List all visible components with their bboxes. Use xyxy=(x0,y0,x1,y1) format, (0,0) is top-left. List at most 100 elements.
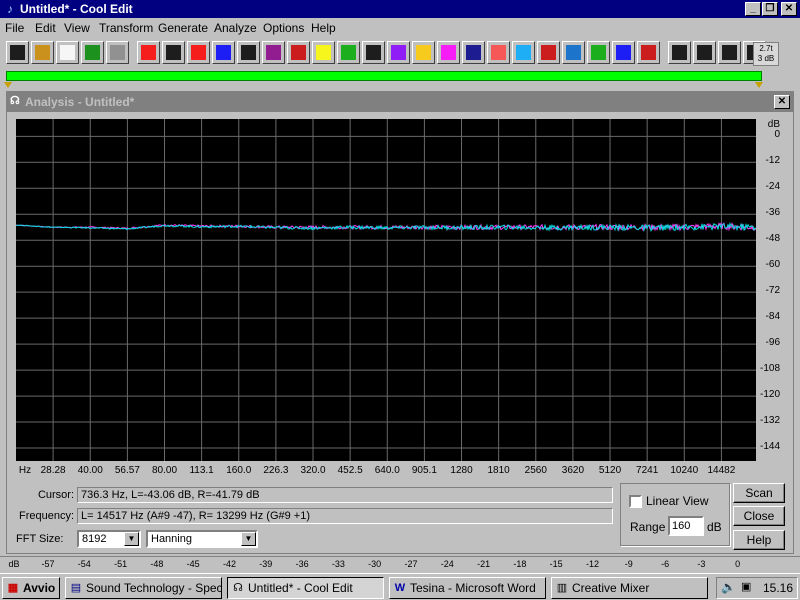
taskbar: ▦ Avvio ▤ Sound Technology - Spec... ☊ U… xyxy=(0,573,800,600)
spectrum-plot[interactable] xyxy=(16,119,756,461)
cursor-label: Cursor: xyxy=(37,489,74,501)
db-meter-tick: 0 xyxy=(735,559,741,569)
loop-button[interactable] xyxy=(187,41,210,64)
x-tick-label: 640.0 xyxy=(374,465,400,476)
menu-view[interactable]: View xyxy=(64,21,90,35)
mark3-button[interactable] xyxy=(718,41,741,64)
filter-button[interactable] xyxy=(562,41,585,64)
window-title: Untitled* - Cool Edit xyxy=(20,2,133,16)
close-button[interactable]: Close xyxy=(733,506,785,526)
menu-transform[interactable]: Transform xyxy=(99,21,153,35)
level-line-1: 2.7t xyxy=(759,44,773,53)
task-creative-mixer[interactable]: ▥ Creative Mixer xyxy=(551,577,708,599)
noise-icon xyxy=(541,45,556,60)
db-meter-tick: -27 xyxy=(404,559,418,569)
restore-button[interactable]: ❐ xyxy=(762,2,778,16)
note-icon xyxy=(216,45,231,60)
rewind-button[interactable] xyxy=(137,41,160,64)
new-icon xyxy=(60,45,75,60)
db-meter-tick: -33 xyxy=(331,559,345,569)
menu-help[interactable]: Help xyxy=(311,21,336,35)
help-button[interactable]: Help xyxy=(733,530,785,550)
window-function-select[interactable]: Hanning ▼ xyxy=(146,530,258,548)
y-tick-label: -108 xyxy=(759,363,780,375)
menu-analyze[interactable]: Analyze xyxy=(214,21,257,35)
noise-button[interactable] xyxy=(537,41,560,64)
edit-mode-button[interactable] xyxy=(6,41,29,64)
timer-button[interactable] xyxy=(362,41,385,64)
db-meter-tick: -18 xyxy=(513,559,527,569)
fade-button[interactable] xyxy=(287,41,310,64)
x-tick-label: 160.0 xyxy=(226,465,252,476)
scan-button[interactable]: Scan xyxy=(733,483,785,503)
loop-icon xyxy=(191,45,206,60)
note-button[interactable] xyxy=(212,41,235,64)
spectrum-button[interactable] xyxy=(512,41,535,64)
stereo-button[interactable] xyxy=(387,41,410,64)
y-tick-label: -24 xyxy=(765,181,780,193)
start-marker-icon[interactable] xyxy=(4,82,12,88)
task-label-1: Untitled* - Cool Edit xyxy=(248,581,353,595)
waveform-overview[interactable] xyxy=(6,71,762,81)
linear-view-label: Linear View xyxy=(646,494,709,508)
x-tick-label: 3620 xyxy=(561,465,585,476)
stop-icon xyxy=(166,45,181,60)
edit-mode-icon xyxy=(10,45,25,60)
menu-generate[interactable]: Generate xyxy=(158,21,208,35)
headphones-icon xyxy=(110,45,125,60)
x-tick-label: 80.00 xyxy=(151,465,178,476)
close-window-button[interactable]: ✕ xyxy=(781,2,797,16)
mark1-button[interactable] xyxy=(668,41,691,64)
open-button[interactable] xyxy=(31,41,54,64)
db-meter-tick: -24 xyxy=(440,559,454,569)
spectrum-icon xyxy=(516,45,531,60)
range-input[interactable]: 160 xyxy=(668,516,704,536)
stop-button[interactable] xyxy=(162,41,185,64)
analysis-close-button[interactable]: ✕ xyxy=(774,95,790,109)
menu-options[interactable]: Options xyxy=(263,21,304,35)
y-tick-label: -144 xyxy=(759,441,780,452)
minimize-button[interactable]: _ xyxy=(745,2,761,16)
x-axis-unit: Hz xyxy=(18,465,32,476)
eq-button[interactable] xyxy=(337,41,360,64)
start-button[interactable]: ▦ Avvio xyxy=(2,577,60,599)
volume-icon[interactable]: 🔈 xyxy=(721,580,736,594)
flange-icon xyxy=(616,45,631,60)
analysis-title-bar: ☊ Analysis - Untitled* ✕ xyxy=(7,92,793,112)
spectrum-svg xyxy=(16,119,756,461)
analysis-title: Analysis - Untitled* xyxy=(25,95,135,109)
spectral-button[interactable] xyxy=(437,41,460,64)
chevron-down-icon[interactable]: ▼ xyxy=(124,532,139,546)
db-meter-tick: -21 xyxy=(477,559,491,569)
folder-button[interactable] xyxy=(412,41,435,64)
linear-view-checkbox[interactable] xyxy=(629,495,642,508)
fft-size-select[interactable]: 8192 ▼ xyxy=(77,530,141,548)
menu-file[interactable]: File xyxy=(5,21,24,35)
toolbar xyxy=(0,38,800,68)
save-button[interactable] xyxy=(81,41,104,64)
pitch-button[interactable] xyxy=(637,41,660,64)
record-button[interactable] xyxy=(237,41,260,64)
mark2-button[interactable] xyxy=(693,41,716,64)
tray-app-icon[interactable]: ▣ xyxy=(741,580,751,593)
db-meter-tick: -51 xyxy=(114,559,128,569)
chevron-down-icon[interactable]: ▼ xyxy=(241,532,256,546)
db-meter-scale: dB -57 -54 -51 -48 -45 -42 -39 -36 -33 -30 -27 -24-… xyxy=(0,556,800,572)
task-cool-edit[interactable]: ☊ Untitled* - Cool Edit xyxy=(227,577,384,599)
envelope-button[interactable] xyxy=(262,41,285,64)
end-marker-icon[interactable] xyxy=(755,82,763,88)
y-tick-label: -84 xyxy=(765,311,780,323)
headphones-button[interactable] xyxy=(106,41,129,64)
menu-edit[interactable]: Edit xyxy=(35,21,56,35)
new-button[interactable] xyxy=(56,41,79,64)
flange-button[interactable] xyxy=(612,41,635,64)
x-tick-label: 226.3 xyxy=(263,465,289,476)
headphones-icon: ☊ xyxy=(10,95,20,107)
reverb-button[interactable] xyxy=(587,41,610,64)
amplify-button[interactable] xyxy=(312,41,335,64)
wave-button[interactable] xyxy=(487,41,510,64)
task-word[interactable]: W Tesina - Microsoft Word xyxy=(389,577,546,599)
invert-button[interactable] xyxy=(462,41,485,64)
app-icon: ♪ xyxy=(7,2,13,16)
task-sound-technology[interactable]: ▤ Sound Technology - Spec... xyxy=(65,577,222,599)
